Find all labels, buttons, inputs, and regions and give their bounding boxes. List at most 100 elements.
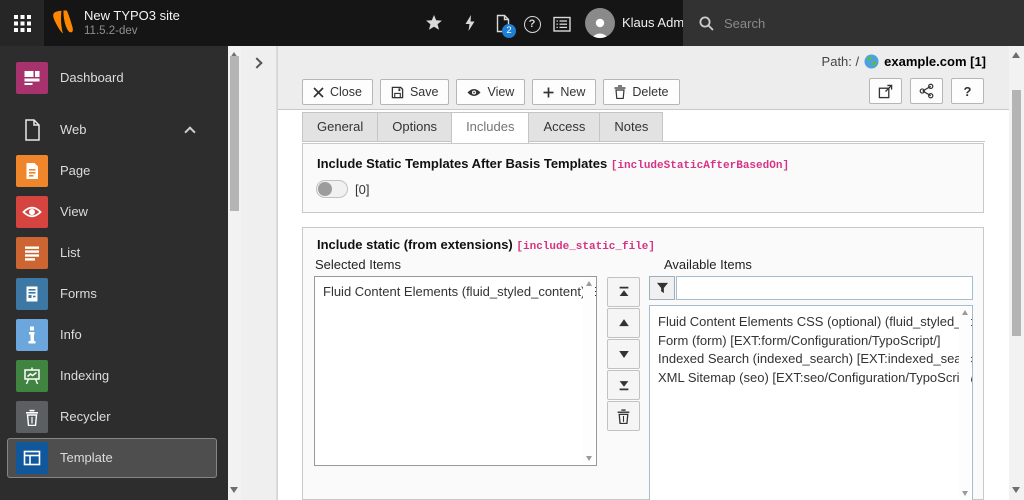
- docheader-buttons: Close Save View New Delete: [302, 79, 680, 105]
- scroll-down-icon[interactable]: [230, 487, 238, 493]
- page-icon: [16, 155, 48, 187]
- docheader-help-button[interactable]: ?: [951, 78, 984, 104]
- site-title: New TYPO3 site: [84, 8, 180, 23]
- sidebar-item-forms[interactable]: Forms: [0, 278, 228, 310]
- close-button[interactable]: Close: [302, 79, 373, 105]
- filter-button[interactable]: [649, 276, 675, 300]
- star-icon: [426, 15, 442, 30]
- available-items-filter-input[interactable]: [676, 276, 973, 300]
- navigation-expand-strip[interactable]: [241, 46, 277, 500]
- eye-icon: [16, 196, 48, 228]
- sidebar-item-info[interactable]: Info: [0, 319, 228, 351]
- open-in-new-window-button[interactable]: [869, 78, 902, 104]
- move-to-top-button[interactable]: [607, 277, 640, 307]
- arrow-down-icon: [618, 350, 629, 358]
- available-item[interactable]: Form (form) [EXT:form/Configuration/Typo…: [650, 332, 972, 351]
- save-label: Save: [409, 85, 439, 99]
- tab-options[interactable]: Options: [377, 112, 453, 141]
- sidebar-item-label: Web: [60, 122, 87, 137]
- chevron-right-icon: [251, 57, 263, 69]
- avatar[interactable]: [585, 8, 615, 38]
- trash-icon: [617, 408, 630, 424]
- available-listbox-scrollbar[interactable]: [959, 307, 971, 499]
- save-button[interactable]: Save: [379, 79, 450, 105]
- available-item[interactable]: Indexed Search (indexed_search) [EXT:ind…: [650, 350, 972, 369]
- sidebar-item-dashboard[interactable]: Dashboard: [0, 62, 228, 94]
- tab-access[interactable]: Access: [528, 112, 601, 141]
- clear-cache-button[interactable]: [459, 12, 481, 34]
- typo3-backend: New TYPO3 site 11.5.2-dev 2 ? Klaus Admi…: [0, 0, 1024, 500]
- new-button[interactable]: New: [532, 79, 597, 105]
- bookmarks-button[interactable]: [423, 12, 445, 34]
- eye-icon: [467, 88, 481, 96]
- item-move-controls: [607, 277, 640, 432]
- remove-item-button[interactable]: [607, 401, 640, 431]
- scroll-up-icon[interactable]: [962, 310, 968, 315]
- tab-notes[interactable]: Notes: [599, 112, 664, 141]
- systeminformation-button[interactable]: [551, 13, 573, 35]
- topbar: New TYPO3 site 11.5.2-dev 2 ? Klaus Admi…: [0, 0, 1024, 46]
- user-icon: [591, 18, 609, 38]
- sidebar-scrollbar[interactable]: [228, 46, 241, 500]
- funnel-icon: [656, 282, 668, 294]
- docheader: Path: / example.com [1] Close Save View …: [278, 46, 1010, 110]
- help-icon: ?: [523, 15, 541, 33]
- info-icon: [16, 319, 48, 351]
- sidebar-item-page[interactable]: Page: [0, 155, 228, 187]
- web-module-icon: [22, 118, 42, 145]
- sidebar-scrollbar-thumb[interactable]: [230, 56, 239, 211]
- available-items-listbox[interactable]: Fluid Content Elements CSS (optional) (f…: [649, 305, 973, 500]
- save-icon: [391, 86, 404, 98]
- toggle-value: [0]: [355, 182, 370, 197]
- typo3-version: 11.5.2-dev: [84, 25, 138, 37]
- scroll-down-icon[interactable]: [1012, 487, 1020, 493]
- selected-listbox-scrollbar[interactable]: [583, 278, 595, 464]
- breadcrumb: Path: / example.com [1]: [822, 54, 986, 69]
- close-icon: [313, 86, 324, 98]
- trash-icon: [16, 401, 48, 433]
- field-label: Include Static Templates After Basis Tem…: [317, 156, 789, 172]
- scroll-up-icon[interactable]: [586, 281, 592, 286]
- sidebar-group-web[interactable]: Web: [0, 114, 228, 146]
- delete-button[interactable]: Delete: [603, 79, 680, 105]
- module-menu-toggle-button[interactable]: [0, 0, 44, 46]
- tab-general[interactable]: General: [302, 112, 379, 141]
- help-button[interactable]: ?: [521, 13, 543, 35]
- move-down-button[interactable]: [607, 339, 640, 369]
- field-label-text: Include Static Templates After Basis Tem…: [317, 156, 608, 171]
- include-static-after-toggle[interactable]: [316, 180, 348, 198]
- scroll-up-icon[interactable]: [1012, 52, 1020, 58]
- field-code: [includeStaticAfterBasedOn]: [610, 160, 790, 172]
- scroll-down-icon[interactable]: [586, 456, 592, 461]
- selected-item[interactable]: Fluid Content Elements (fluid_styled_con…: [315, 283, 596, 302]
- plus-icon: [543, 87, 554, 97]
- bolt-icon: [465, 15, 475, 31]
- selected-items-listbox[interactable]: Fluid Content Elements (fluid_styled_con…: [314, 276, 597, 466]
- sidebar-item-view[interactable]: View: [0, 196, 228, 228]
- tab-includes[interactable]: Includes: [451, 112, 530, 143]
- sidebar-item-recycler[interactable]: Recycler: [0, 401, 228, 433]
- new-label: New: [560, 85, 586, 99]
- path-prefix: Path: /: [821, 54, 860, 69]
- sidebar-item-label: Forms: [60, 286, 97, 301]
- sidebar-item-template[interactable]: Template: [7, 438, 217, 478]
- arrow-up-icon: [618, 319, 629, 327]
- content-area: Path: / example.com [1] Close Save View …: [277, 46, 1010, 500]
- available-item[interactable]: XML Sitemap (seo) [EXT:seo/Configuration…: [650, 369, 972, 388]
- sidebar-item-label: List: [60, 245, 81, 260]
- form-tabs: General Options Includes Access Notes: [302, 112, 985, 143]
- move-to-bottom-button[interactable]: [607, 370, 640, 400]
- scroll-down-icon[interactable]: [962, 491, 968, 496]
- external-link-icon: [878, 84, 893, 98]
- view-button[interactable]: View: [456, 79, 526, 105]
- sidebar-item-label: Page: [60, 163, 91, 178]
- typo3-logo-icon[interactable]: [52, 9, 78, 40]
- sidebar-item-indexing[interactable]: Indexing: [0, 360, 228, 392]
- main-scrollbar-thumb[interactable]: [1012, 90, 1021, 336]
- available-item[interactable]: Fluid Content Elements CSS (optional) (f…: [650, 313, 972, 332]
- sidebar-item-list[interactable]: List: [0, 237, 228, 269]
- main-scrollbar[interactable]: [1009, 46, 1024, 500]
- search-input[interactable]: [724, 15, 974, 31]
- move-up-button[interactable]: [607, 308, 640, 338]
- share-button[interactable]: [910, 78, 943, 104]
